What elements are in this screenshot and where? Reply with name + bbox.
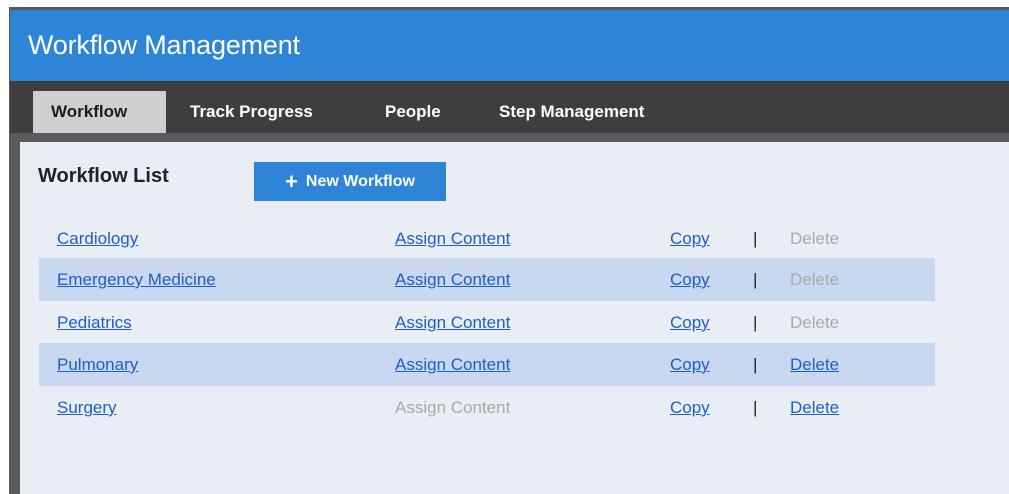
link-separator: | (753, 313, 758, 332)
table-row: Surgery Assign Content Copy | Delete (39, 386, 935, 429)
workflow-list-title: Workflow List (38, 165, 169, 187)
workflow-name-link[interactable]: Pulmonary (57, 343, 138, 386)
copy-link[interactable]: Copy (670, 343, 710, 386)
copy-link[interactable]: Copy (670, 217, 710, 260)
link-separator: | (753, 355, 758, 374)
tab-track-progress[interactable]: Track Progress (172, 91, 331, 133)
content-panel: Workflow List + New Workflow Cardiology A… (20, 142, 1009, 494)
nav-bar: Workflow Track Progress People Step Mana… (10, 81, 1009, 133)
delete-link[interactable]: Delete (790, 343, 839, 386)
copy-link[interactable]: Copy (670, 258, 710, 301)
assign-content-link[interactable]: Assign Content (395, 258, 510, 301)
tab-people[interactable]: People (367, 91, 459, 133)
workflow-name-link[interactable]: Emergency Medicine (57, 258, 216, 301)
assign-content-link[interactable]: Assign Content (395, 301, 510, 344)
delete-link: Delete (790, 229, 840, 248)
copy-link[interactable]: Copy (670, 386, 710, 429)
copy-link[interactable]: Copy (670, 301, 710, 344)
tab-step-management[interactable]: Step Management (481, 91, 662, 133)
table-row: Pulmonary Assign Content Copy | Delete (39, 343, 935, 386)
app-title: Workflow Management (28, 30, 300, 60)
tab-workflow[interactable]: Workflow (33, 91, 166, 133)
delete-link: Delete (790, 270, 840, 289)
assign-content-link[interactable]: Assign Content (395, 217, 510, 260)
link-separator: | (753, 270, 758, 289)
delete-link: Delete (790, 313, 840, 332)
workflow-name-link[interactable]: Pediatrics (57, 301, 132, 344)
app-header: Workflow Management (10, 10, 1009, 81)
table-row: Pediatrics Assign Content Copy | Delete (39, 301, 935, 344)
link-separator: | (753, 398, 758, 417)
table-row: Cardiology Assign Content Copy | Delete (39, 217, 935, 260)
workflow-name-link[interactable]: Cardiology (57, 217, 138, 260)
new-workflow-button[interactable]: + New Workflow (254, 162, 446, 201)
assign-content-link[interactable]: Assign Content (395, 343, 510, 386)
new-workflow-label: New Workflow (305, 172, 415, 190)
delete-link[interactable]: Delete (790, 386, 839, 429)
link-separator: | (753, 229, 758, 248)
workflow-name-link[interactable]: Surgery (57, 386, 117, 429)
assign-content-link: Assign Content (395, 398, 511, 417)
plus-icon: + (285, 168, 298, 194)
table-row: Emergency Medicine Assign Content Copy | Del… (39, 258, 935, 301)
